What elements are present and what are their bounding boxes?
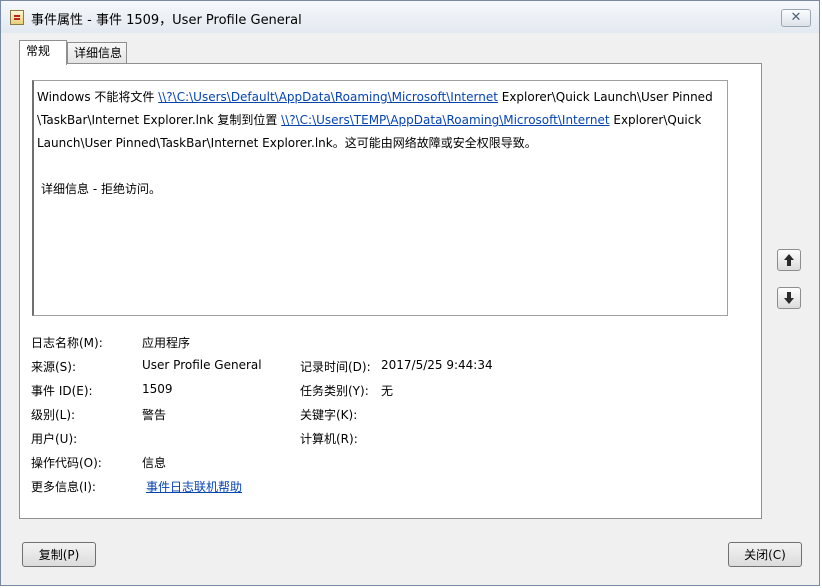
- close-icon: ✕: [790, 10, 802, 25]
- general-panel: Windows 不能将文件 \\?\C:\Users\Default\AppDa…: [19, 63, 762, 519]
- message-line: Windows 不能将文件 \\?\C:\Users\Default\AppDa…: [37, 90, 713, 104]
- message-detail: 详细信息 - 拒绝访问。: [41, 182, 161, 196]
- previous-event-button[interactable]: [777, 249, 801, 271]
- next-event-button[interactable]: [777, 287, 801, 309]
- message-line: Launch\User Pinned\TaskBar\Internet Expl…: [37, 136, 537, 150]
- tab-details[interactable]: 详细信息: [67, 42, 127, 64]
- user-value-redacted: [132, 433, 228, 443]
- computer-label: 计算机(R):: [300, 432, 358, 446]
- more-info-label: 更多信息(I):: [31, 480, 96, 494]
- online-help-link[interactable]: 事件日志联机帮助: [146, 478, 242, 495]
- event-properties-window: 事件属性 - 事件 1509，User Profile General ✕ 常规…: [0, 0, 820, 586]
- log-name-label: 日志名称(M):: [31, 336, 103, 350]
- keywords-label: 关键字(K):: [300, 408, 358, 422]
- message-line: \TaskBar\Internet Explorer.lnk 复制到位置 \\?…: [37, 113, 702, 127]
- source-path-link[interactable]: \\?\C:\Users\Default\AppData\Roaming\Mic…: [158, 90, 498, 104]
- tab-general[interactable]: 常规: [19, 40, 67, 65]
- arrow-up-icon: [784, 254, 794, 266]
- opcode-label: 操作代码(O):: [31, 456, 102, 470]
- user-label: 用户(U):: [31, 432, 78, 446]
- event-viewer-icon: [10, 10, 24, 25]
- task-category-value: 无: [381, 384, 394, 398]
- close-button[interactable]: 关闭(C): [728, 542, 802, 567]
- event-id-label: 事件 ID(E):: [31, 384, 93, 398]
- source-label: 来源(S):: [31, 360, 77, 374]
- task-category-label: 任务类别(Y):: [300, 384, 369, 398]
- close-window-button[interactable]: ✕: [781, 9, 811, 27]
- logged-value: 2017/5/25 9:44:34: [381, 358, 493, 372]
- window-title: 事件属性 - 事件 1509，User Profile General: [31, 13, 302, 28]
- arrow-down-icon: [784, 292, 794, 304]
- copy-button[interactable]: 复制(P): [22, 542, 96, 567]
- opcode-value: 信息: [142, 456, 167, 470]
- log-name-value: 应用程序: [142, 336, 191, 350]
- level-value: 警告: [142, 408, 167, 422]
- destination-path-link[interactable]: \\?\C:\Users\TEMP\AppData\Roaming\Micros…: [281, 113, 609, 127]
- title-bar[interactable]: 事件属性 - 事件 1509，User Profile General ✕: [1, 1, 819, 33]
- computer-value-redacted: [380, 433, 550, 443]
- source-value: User Profile General: [142, 358, 262, 372]
- level-label: 级别(L):: [31, 408, 76, 422]
- event-description-box[interactable]: Windows 不能将文件 \\?\C:\Users\Default\AppDa…: [32, 80, 728, 316]
- event-id-value: 1509: [142, 382, 173, 396]
- logged-label: 记录时间(D):: [300, 360, 371, 374]
